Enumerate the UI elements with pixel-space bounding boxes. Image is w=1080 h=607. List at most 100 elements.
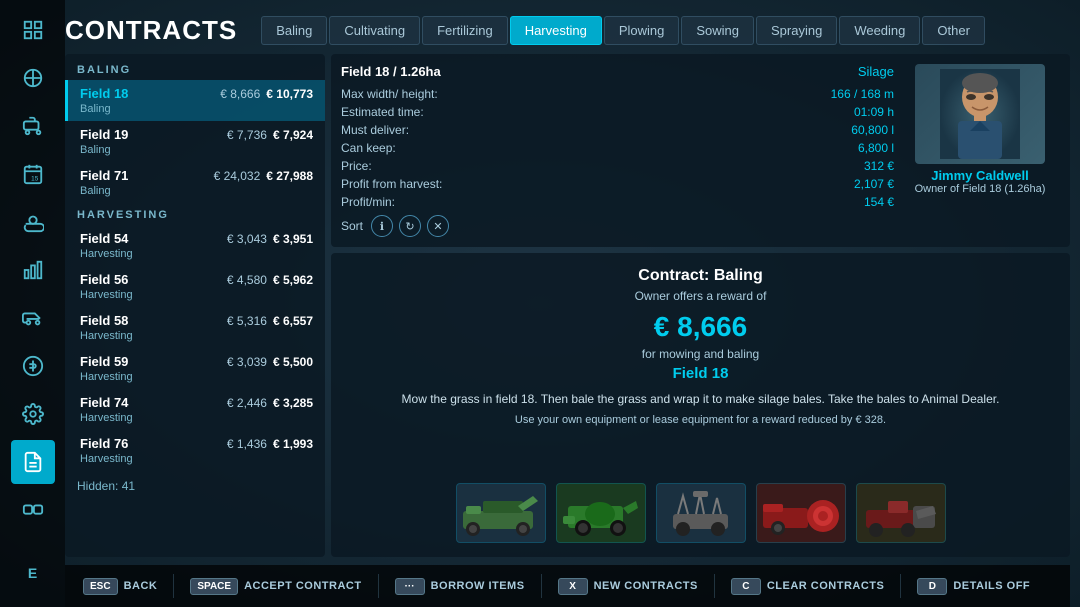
equipment-item-0[interactable]: [456, 483, 546, 543]
contract-type: Baling: [80, 103, 313, 115]
key-badge: ···: [395, 578, 425, 595]
toolbar-divider-1: [173, 574, 174, 598]
sidebar-item-vehicle[interactable]: [11, 104, 55, 148]
can-keep-row: Can keep: 6,800 l: [341, 141, 894, 155]
list-item[interactable]: Field 71€ 24,032€ 27,988Baling: [65, 162, 325, 203]
sidebar-item-contracts[interactable]: [11, 440, 55, 484]
sidebar-item-money[interactable]: [11, 344, 55, 388]
content-row: BALINGField 18€ 8,666€ 10,773BalingField…: [65, 54, 1070, 557]
sort-close-icon[interactable]: ✕: [427, 215, 449, 237]
contract-field-name: Field 56: [80, 272, 128, 287]
key-badge: X: [558, 578, 588, 595]
details-top: Field 18 / 1.26ha Silage Max width/ heig…: [331, 54, 1070, 247]
tab-sowing[interactable]: Sowing: [681, 16, 754, 45]
tab-fertilizing[interactable]: Fertilizing: [422, 16, 508, 45]
reward-description: for mowing and baling: [351, 347, 1050, 361]
contract-field-name: Field 74: [80, 395, 128, 410]
toolbar-divider-2: [378, 574, 379, 598]
sidebar-item-exit[interactable]: E: [11, 555, 55, 599]
contract-field-name: Field 18: [80, 86, 128, 101]
sidebar-item-stats[interactable]: [11, 248, 55, 292]
tab-weeding[interactable]: Weeding: [839, 16, 920, 45]
tab-bar: BalingCultivatingFertilizingHarvestingPl…: [261, 16, 1070, 45]
sort-row: Sort ℹ ↻ ✕: [341, 215, 894, 237]
price-low: € 3,043: [227, 232, 267, 246]
profit-harvest-value: 2,107 €: [854, 177, 894, 191]
sidebar-item-tractor[interactable]: [11, 296, 55, 340]
equipment-item-4[interactable]: [856, 483, 946, 543]
owner-area: Jimmy Caldwell Owner of Field 18 (1.26ha…: [900, 64, 1060, 237]
profit-min-value: 154 €: [864, 195, 894, 209]
sidebar: 15 E: [0, 0, 65, 607]
list-item[interactable]: Field 54€ 3,043€ 3,951Harvesting: [65, 225, 325, 266]
sidebar-item-link[interactable]: [11, 488, 55, 532]
list-item[interactable]: Field 76€ 1,436€ 1,993Harvesting: [65, 430, 325, 471]
sidebar-item-gear[interactable]: [11, 392, 55, 436]
sidebar-item-calendar[interactable]: 15: [11, 152, 55, 196]
toolbar-divider-5: [900, 574, 901, 598]
field-name-big: Field 18: [351, 365, 1050, 382]
price-low: € 4,580: [227, 273, 267, 287]
contract-list[interactable]: BALINGField 18€ 8,666€ 10,773BalingField…: [65, 54, 325, 557]
estimated-time-row: Estimated time: 01:09 h: [341, 105, 894, 119]
price-row: Price: 312 €: [341, 159, 894, 173]
contract-type: Baling: [80, 144, 313, 156]
toolbar-label: DETAILS OFF: [953, 580, 1030, 592]
tab-harvesting[interactable]: Harvesting: [510, 16, 602, 45]
must-deliver-label: Must deliver:: [341, 123, 409, 137]
price-high: € 10,773: [266, 87, 313, 101]
price-low: € 24,032: [214, 169, 261, 183]
key-badge: ESC: [83, 578, 118, 595]
contract-type: Harvesting: [80, 289, 313, 301]
sidebar-item-map[interactable]: [11, 8, 55, 52]
sidebar-item-field[interactable]: [11, 56, 55, 100]
list-item[interactable]: Field 58€ 5,316€ 6,557Harvesting: [65, 307, 325, 348]
list-item[interactable]: Field 59€ 3,039€ 5,500Harvesting: [65, 348, 325, 389]
contract-details: Contract: Baling Owner offers a reward o…: [331, 253, 1070, 557]
list-item[interactable]: Field 19€ 7,736€ 7,924Baling: [65, 121, 325, 162]
price-high: € 1,993: [273, 437, 313, 451]
toolbar-btn-back[interactable]: ESC BACK: [75, 574, 165, 599]
equipment-item-3[interactable]: [756, 483, 846, 543]
toolbar-btn-new-contracts[interactable]: XNEW CONTRACTS: [550, 574, 706, 599]
list-item[interactable]: Field 74€ 2,446€ 3,285Harvesting: [65, 389, 325, 430]
sidebar-item-weather[interactable]: [11, 200, 55, 244]
price-high: € 6,557: [273, 314, 313, 328]
sort-label: Sort: [341, 219, 363, 233]
price-label: Price:: [341, 159, 372, 173]
tab-spraying[interactable]: Spraying: [756, 16, 837, 45]
toolbar-btn-details-off[interactable]: DDETAILS OFF: [909, 574, 1038, 599]
price-low: € 3,039: [227, 355, 267, 369]
width-height-label: Max width/ height:: [341, 87, 438, 101]
profit-min-row: Profit/min: 154 €: [341, 195, 894, 209]
price-high: € 3,285: [273, 396, 313, 410]
price-value: 312 €: [864, 159, 894, 173]
list-item[interactable]: Field 56€ 4,580€ 5,962Harvesting: [65, 266, 325, 307]
toolbar-btn-borrow-items[interactable]: ···BORROW ITEMS: [387, 574, 533, 599]
owner-name: Jimmy Caldwell: [931, 168, 1029, 183]
toolbar-label: BACK: [124, 580, 158, 592]
tab-baling[interactable]: Baling: [261, 16, 327, 45]
crop-type-badge: Silage: [858, 64, 894, 79]
equipment-item-1[interactable]: [556, 483, 646, 543]
reward-amount: € 8,666: [351, 311, 1050, 343]
tab-other[interactable]: Other: [922, 16, 985, 45]
can-keep-label: Can keep:: [341, 141, 396, 155]
profit-harvest-label: Profit from harvest:: [341, 177, 442, 191]
right-panel: Field 18 / 1.26ha Silage Max width/ heig…: [331, 54, 1070, 557]
toolbar-btn-accept-contract[interactable]: SPACEACCEPT CONTRACT: [182, 574, 369, 599]
bottom-toolbar: ESC BACK SPACEACCEPT CONTRACT ···BORROW ITE…: [65, 565, 1070, 607]
section-header-harvesting: HARVESTING: [65, 203, 325, 225]
toolbar-btn-clear-contracts[interactable]: CCLEAR CONTRACTS: [723, 574, 893, 599]
list-item[interactable]: Field 18€ 8,666€ 10,773Baling: [65, 80, 325, 121]
width-height-value: 166 / 168 m: [831, 87, 894, 101]
key-badge: SPACE: [190, 578, 238, 595]
tab-cultivating[interactable]: Cultivating: [329, 16, 420, 45]
equipment-item-2[interactable]: [656, 483, 746, 543]
header-row: CONTRACTS BalingCultivatingFertilizingHa…: [65, 15, 1070, 46]
tab-plowing[interactable]: Plowing: [604, 16, 680, 45]
field-id-label: Field 18 / 1.26ha: [341, 64, 441, 79]
sort-refresh-icon[interactable]: ↻: [399, 215, 421, 237]
details-info: Field 18 / 1.26ha Silage Max width/ heig…: [341, 64, 894, 237]
sort-info-icon[interactable]: ℹ: [371, 215, 393, 237]
